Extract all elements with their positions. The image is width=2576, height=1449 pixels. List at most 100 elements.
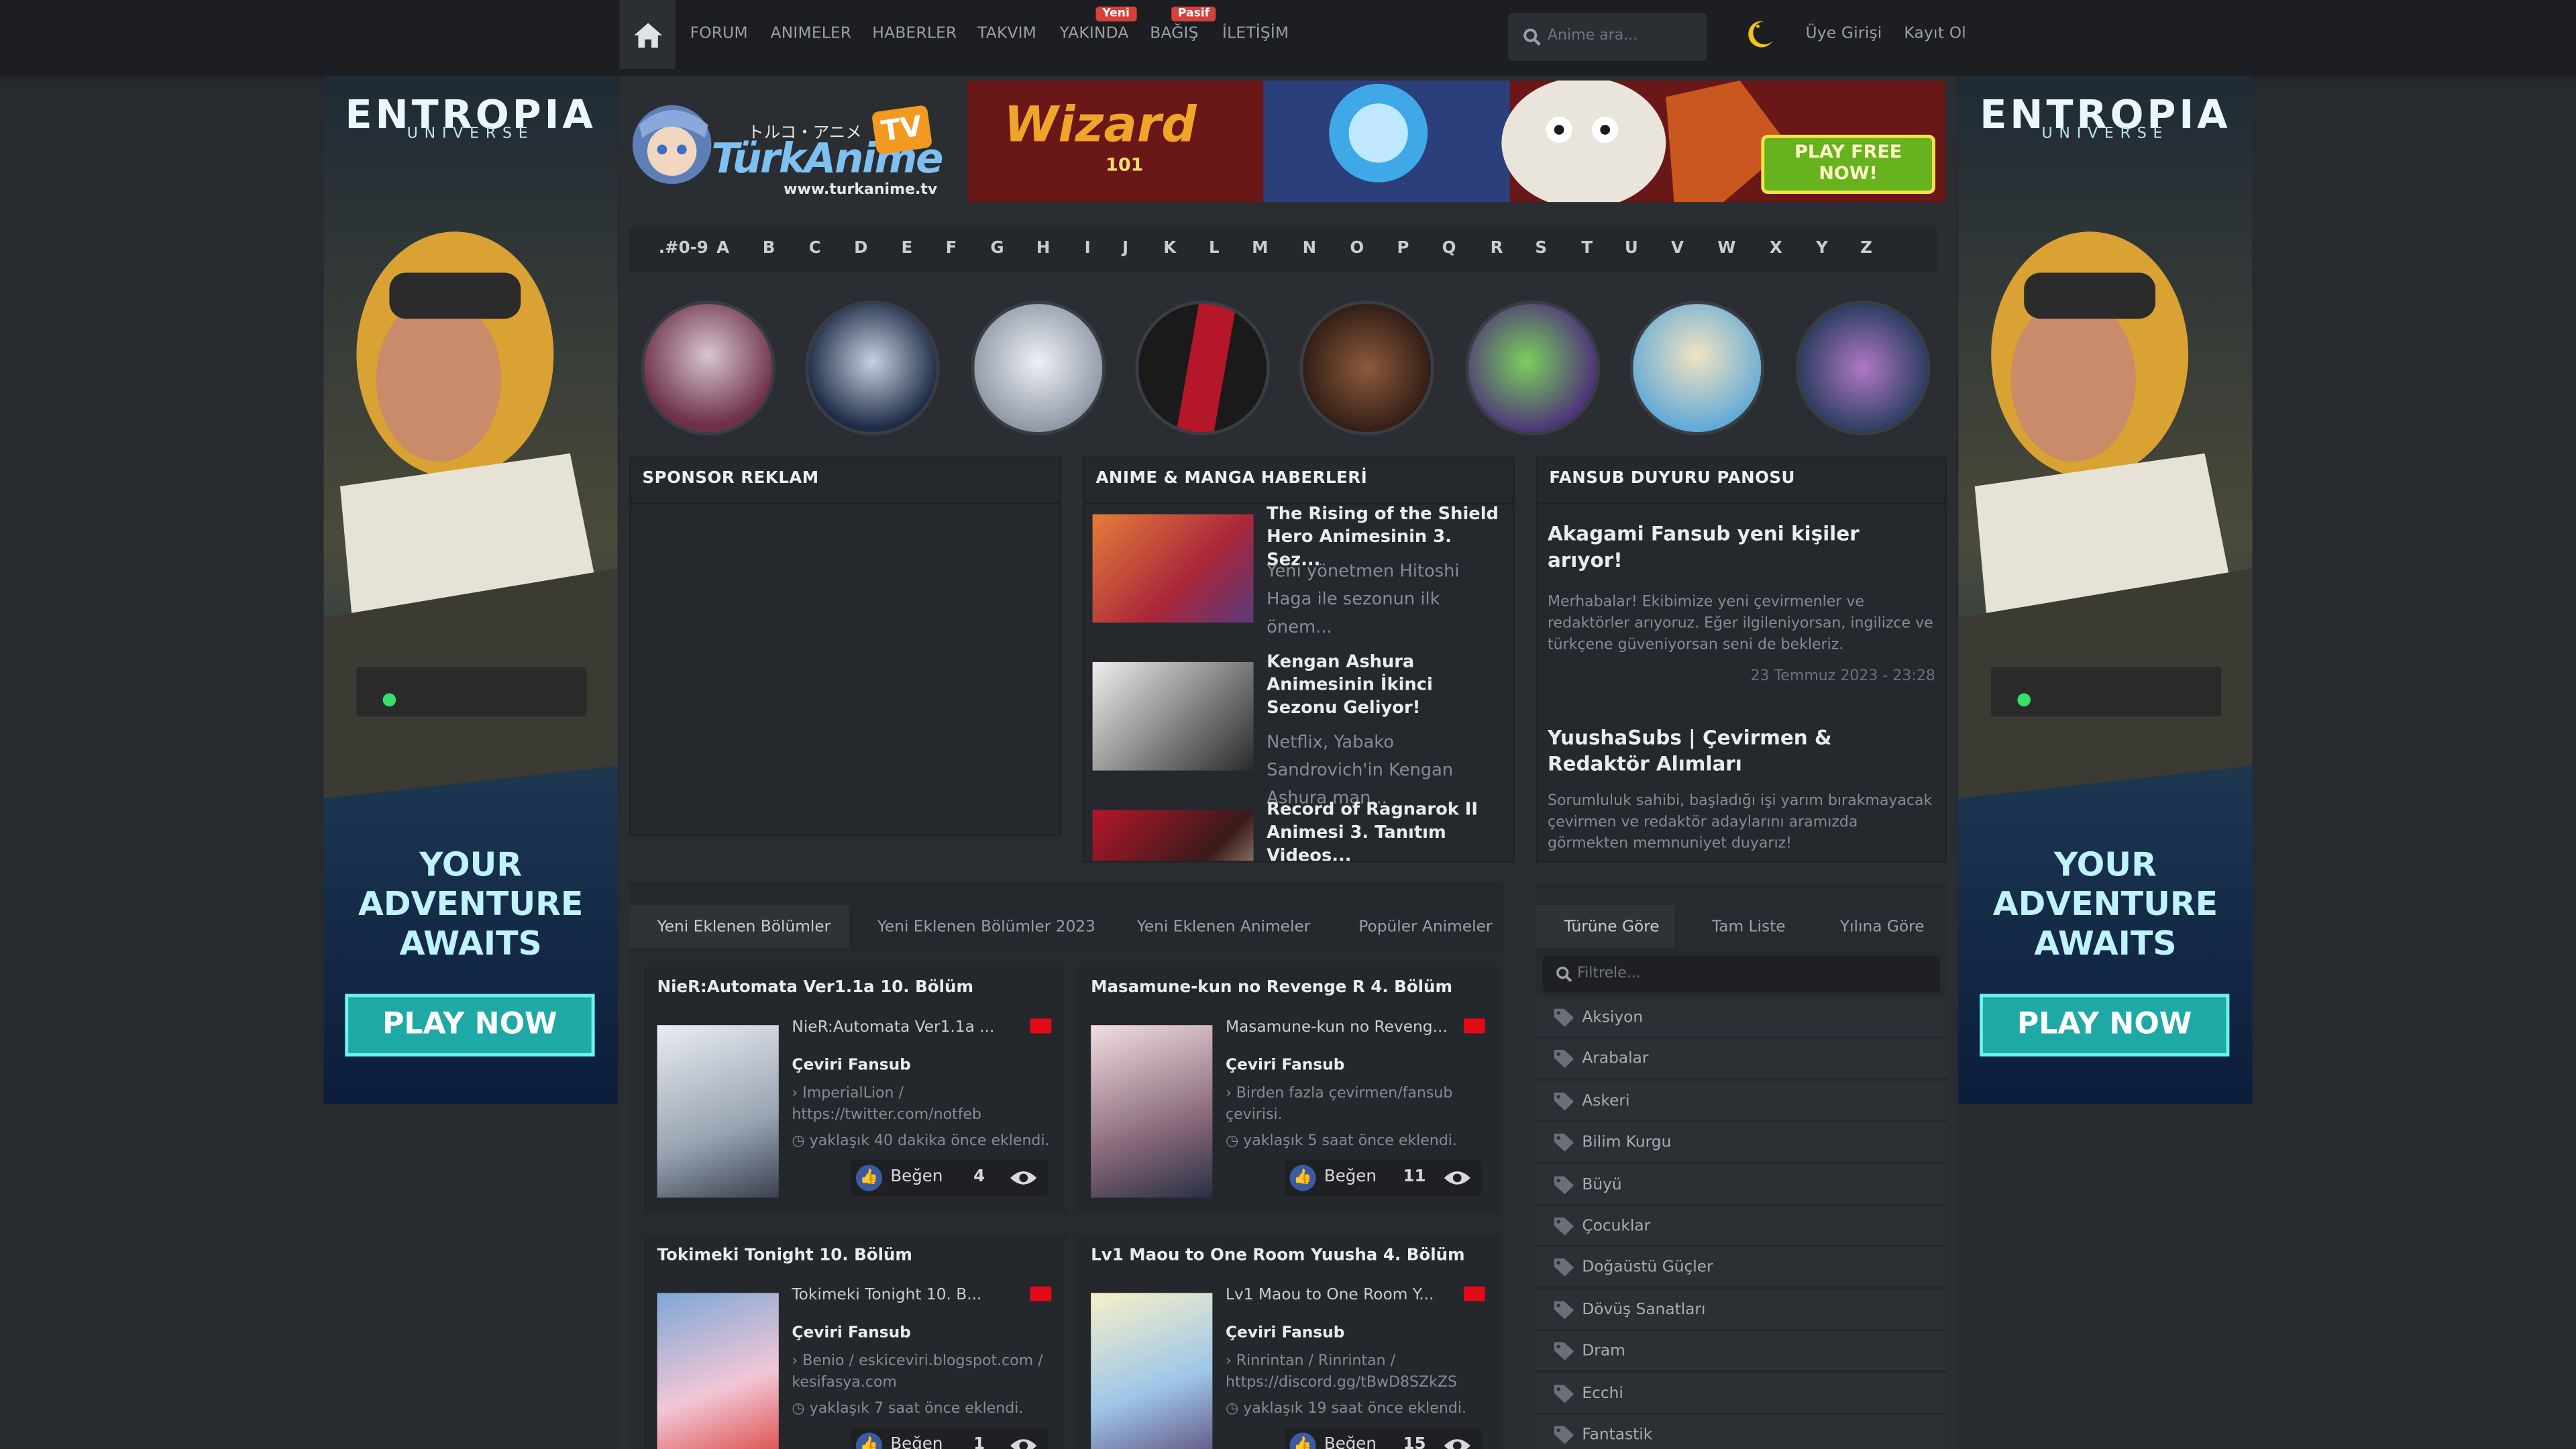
nav-animeler[interactable]: ANIMELER <box>771 25 852 43</box>
letter-link[interactable]: C <box>805 240 824 258</box>
nav-yakinda[interactable]: YAKINDA <box>1060 25 1129 43</box>
letter-link[interactable]: Q <box>1439 240 1458 258</box>
genre-item[interactable]: Bilim Kurgu <box>1536 1122 1947 1164</box>
register-link[interactable]: Kayıt Ol <box>1904 25 1966 43</box>
featured-anime-thumb[interactable] <box>1465 301 1601 435</box>
letter-link[interactable]: O <box>1347 240 1366 258</box>
letter-link[interactable]: W <box>1717 240 1736 258</box>
eye-icon[interactable] <box>1444 1170 1470 1186</box>
top-banner-ad[interactable]: Wizard 101 PLAY FREE NOW! <box>967 80 1945 203</box>
letter-link[interactable]: V <box>1668 240 1687 258</box>
letter-link[interactable]: Z <box>1856 240 1876 258</box>
featured-anime-thumb[interactable] <box>1299 301 1434 435</box>
thumbs-up-icon[interactable]: 👍 <box>1289 1432 1316 1449</box>
episode-thumb[interactable] <box>657 1025 779 1198</box>
genre-item[interactable]: Askeri <box>1536 1080 1947 1122</box>
genre-item[interactable]: Fantastik <box>1536 1414 1947 1449</box>
left-side-ad[interactable]: ENTROPIA UNIVERSE YOUR ADVENTURE AWAITS … <box>323 75 618 1104</box>
nav-iletisim[interactable]: İLETİŞİM <box>1222 25 1289 43</box>
nav-forum[interactable]: FORUM <box>690 25 748 43</box>
right-side-ad[interactable]: ENTROPIA UNIVERSE YOUR ADVENTURE AWAITS … <box>1958 75 2253 1104</box>
eye-icon[interactable] <box>1444 1438 1470 1449</box>
featured-anime-thumb[interactable] <box>1135 301 1271 435</box>
thumbs-up-icon[interactable]: 👍 <box>855 1432 883 1449</box>
featured-anime-thumb[interactable] <box>641 301 775 435</box>
letter-link[interactable]: U <box>1621 240 1641 258</box>
letter-link[interactable]: H <box>1033 240 1053 258</box>
tab-new-episodes[interactable]: Yeni Eklenen Bölümler <box>657 918 831 936</box>
eye-icon[interactable] <box>1010 1170 1037 1186</box>
letter-link[interactable]: R <box>1487 240 1506 258</box>
tab-by-year[interactable]: Yılına Göre <box>1840 918 1925 936</box>
tab-by-genre[interactable]: Türüne Göre <box>1564 918 1659 936</box>
site-logo[interactable]: トルコ・アニメ TürkAnime TV www.turkanime.tv <box>626 95 943 207</box>
episode-title[interactable]: Lv1 Maou to One Room Yuusha 4. Bölüm <box>1091 1247 1464 1265</box>
letter-link[interactable]: N <box>1299 240 1319 258</box>
news-item[interactable]: The Rising of the Shield Hero Animesinin… <box>1092 504 1511 646</box>
like-button[interactable]: Beğen <box>890 1168 943 1186</box>
login-link[interactable]: Üye Girişi <box>1805 25 1882 43</box>
letter-link[interactable]: M <box>1250 240 1270 258</box>
letter-link[interactable]: X <box>1766 240 1786 258</box>
letter-link[interactable]: F <box>941 240 961 258</box>
letter-link[interactable]: Y <box>1812 240 1831 258</box>
genre-item[interactable]: Dram <box>1536 1331 1947 1373</box>
letter-link[interactable]: E <box>897 240 916 258</box>
tab-new-animes[interactable]: Yeni Eklenen Animeler <box>1137 918 1311 936</box>
letter-link[interactable]: P <box>1393 240 1413 258</box>
genre-item[interactable]: Çocuklar <box>1536 1205 1947 1247</box>
genre-item[interactable]: Arabalar <box>1536 1038 1947 1080</box>
letter-link[interactable]: D <box>851 240 871 258</box>
genre-filter-input[interactable]: Filtrele... <box>1542 956 1941 993</box>
genre-item[interactable]: Ecchi <box>1536 1373 1947 1414</box>
featured-anime-thumb[interactable] <box>1795 301 1931 435</box>
thumbs-up-icon[interactable]: 👍 <box>1289 1165 1316 1191</box>
letter-link[interactable]: A <box>713 240 733 258</box>
tab-new-episodes-2023[interactable]: Yeni Eklenen Bölümler 2023 <box>877 918 1095 936</box>
home-button[interactable] <box>619 0 676 69</box>
news-item[interactable]: Record of Ragnarok II Animesi 3. Tanıtım… <box>1092 800 1511 861</box>
nav-bagis[interactable]: BAĞIŞ <box>1150 25 1198 43</box>
episode-thumb[interactable] <box>657 1293 779 1449</box>
letter-link[interactable]: J <box>1116 240 1135 258</box>
episode-title[interactable]: NieR:Automata Ver1.1a 10. Bölüm <box>657 979 973 998</box>
episode-card[interactable]: Masamune-kun no Revenge R 4. Bölüm Masamu… <box>1077 967 1499 1214</box>
letter-link[interactable]: K <box>1160 240 1179 258</box>
letter-link[interactable]: T <box>1577 240 1597 258</box>
letter-link[interactable]: G <box>987 240 1007 258</box>
featured-anime-thumb[interactable] <box>805 301 940 435</box>
like-button[interactable]: Beğen <box>890 1436 943 1449</box>
genre-item[interactable]: Büyü <box>1536 1164 1947 1205</box>
letter-link[interactable]: L <box>1204 240 1224 258</box>
news-item[interactable]: Kengan Ashura Animesinin İkinci Sezonu G… <box>1092 652 1511 808</box>
genre-item[interactable]: Dövüş Sanatları <box>1536 1289 1947 1331</box>
tab-popular[interactable]: Popüler Animeler <box>1358 918 1492 936</box>
episode-card[interactable]: NieR:Automata Ver1.1a 10. Bölüm NieR:Auto… <box>644 967 1065 1214</box>
tab-full-list[interactable]: Tam Liste <box>1712 918 1786 936</box>
nav-haberler[interactable]: HABERLER <box>872 25 957 43</box>
side-ad-play-button[interactable]: PLAY NOW <box>345 994 595 1057</box>
like-button[interactable]: Beğen <box>1324 1168 1377 1186</box>
eye-icon[interactable] <box>1010 1438 1037 1449</box>
episode-title[interactable]: Tokimeki Tonight 10. Bölüm <box>657 1247 912 1265</box>
episode-title[interactable]: Masamune-kun no Revenge R 4. Bölüm <box>1091 979 1452 998</box>
like-button[interactable]: Beğen <box>1324 1436 1377 1449</box>
episode-card[interactable]: Tokimeki Tonight 10. Bölüm Tokimeki Tonig… <box>644 1235 1065 1449</box>
genre-item[interactable]: Doğaüstü Güçler <box>1536 1247 1947 1289</box>
genre-item[interactable]: Aksiyon <box>1536 997 1947 1038</box>
episode-card[interactable]: Lv1 Maou to One Room Yuusha 4. Bölüm Lv1 … <box>1077 1235 1499 1449</box>
featured-anime-thumb[interactable] <box>971 301 1106 435</box>
episode-thumb[interactable] <box>1091 1025 1213 1198</box>
thumbs-up-icon[interactable]: 👍 <box>855 1165 883 1191</box>
episode-thumb[interactable] <box>1091 1293 1213 1449</box>
featured-anime-thumb[interactable] <box>1629 301 1765 435</box>
letter-link[interactable]: S <box>1531 240 1550 258</box>
fansub-post[interactable]: YuushaSubs | Çevirmen & Redaktör Alımlar… <box>1548 724 1935 856</box>
letter-link[interactable]: B <box>759 240 778 258</box>
nav-takvim[interactable]: TAKVIM <box>977 25 1036 43</box>
fansub-post[interactable]: Akagami Fansub yeni kişiler arıyor! Merh… <box>1548 521 1935 685</box>
search-input[interactable]: Anime ara... <box>1508 13 1707 61</box>
letter-link[interactable]: I <box>1078 240 1097 258</box>
side-ad-play-button[interactable]: PLAY NOW <box>1980 994 2230 1057</box>
moon-icon[interactable] <box>1743 18 1776 51</box>
